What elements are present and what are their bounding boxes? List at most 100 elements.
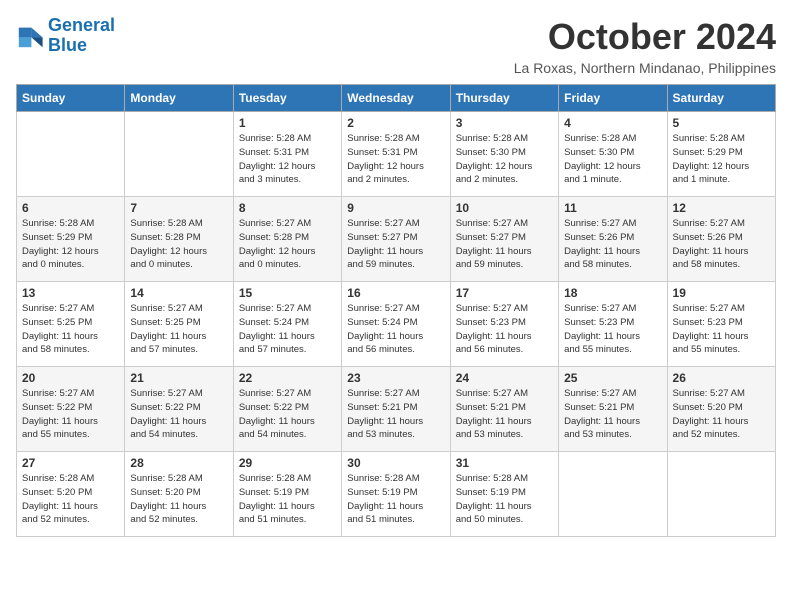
calendar-cell: 21 Sunrise: 5:27 AM Sunset: 5:22 PM Dayli… [125, 367, 233, 452]
day-detail: Sunrise: 5:28 AM Sunset: 5:19 PM Dayligh… [456, 472, 553, 527]
calendar-cell: 14 Sunrise: 5:27 AM Sunset: 5:25 PM Dayli… [125, 282, 233, 367]
calendar-cell: 30 Sunrise: 5:28 AM Sunset: 5:19 PM Dayli… [342, 452, 450, 537]
day-detail: Sunrise: 5:27 AM Sunset: 5:24 PM Dayligh… [347, 302, 444, 357]
calendar-cell: 9 Sunrise: 5:27 AM Sunset: 5:27 PM Daylig… [342, 197, 450, 282]
day-detail: Sunrise: 5:28 AM Sunset: 5:31 PM Dayligh… [239, 132, 336, 187]
calendar-cell: 7 Sunrise: 5:28 AM Sunset: 5:28 PM Daylig… [125, 197, 233, 282]
title-block: October 2024 La Roxas, Northern Mindanao… [514, 16, 776, 76]
day-number: 11 [564, 201, 661, 215]
calendar-cell: 12 Sunrise: 5:27 AM Sunset: 5:26 PM Dayli… [667, 197, 775, 282]
day-detail: Sunrise: 5:27 AM Sunset: 5:21 PM Dayligh… [347, 387, 444, 442]
day-number: 21 [130, 371, 227, 385]
day-detail: Sunrise: 5:27 AM Sunset: 5:27 PM Dayligh… [347, 217, 444, 272]
day-detail: Sunrise: 5:28 AM Sunset: 5:19 PM Dayligh… [239, 472, 336, 527]
day-number: 8 [239, 201, 336, 215]
day-number: 7 [130, 201, 227, 215]
day-number: 30 [347, 456, 444, 470]
calendar-table: SundayMondayTuesdayWednesdayThursdayFrid… [16, 84, 776, 537]
day-detail: Sunrise: 5:27 AM Sunset: 5:26 PM Dayligh… [564, 217, 661, 272]
day-number: 26 [673, 371, 770, 385]
day-number: 4 [564, 116, 661, 130]
calendar-cell: 25 Sunrise: 5:27 AM Sunset: 5:21 PM Dayli… [559, 367, 667, 452]
day-number: 15 [239, 286, 336, 300]
logo: General Blue [16, 16, 115, 56]
day-detail: Sunrise: 5:27 AM Sunset: 5:24 PM Dayligh… [239, 302, 336, 357]
header-sunday: Sunday [17, 85, 125, 112]
calendar-cell: 4 Sunrise: 5:28 AM Sunset: 5:30 PM Daylig… [559, 112, 667, 197]
calendar-cell: 31 Sunrise: 5:28 AM Sunset: 5:19 PM Dayli… [450, 452, 558, 537]
calendar-cell: 16Sunrise: 5:27 AM Sunset: 5:24 PM Dayli… [342, 282, 450, 367]
calendar-cell: 26 Sunrise: 5:27 AM Sunset: 5:20 PM Dayli… [667, 367, 775, 452]
calendar-cell: 22 Sunrise: 5:27 AM Sunset: 5:22 PM Dayli… [233, 367, 341, 452]
logo-icon [16, 22, 44, 50]
week-row-1: 1 Sunrise: 5:28 AM Sunset: 5:31 PM Daylig… [17, 112, 776, 197]
day-detail: Sunrise: 5:28 AM Sunset: 5:30 PM Dayligh… [456, 132, 553, 187]
header-friday: Friday [559, 85, 667, 112]
header-tuesday: Tuesday [233, 85, 341, 112]
calendar-cell: 24 Sunrise: 5:27 AM Sunset: 5:21 PM Dayli… [450, 367, 558, 452]
calendar-cell: 19Sunrise: 5:27 AM Sunset: 5:23 PM Dayli… [667, 282, 775, 367]
header-wednesday: Wednesday [342, 85, 450, 112]
day-number: 23 [347, 371, 444, 385]
calendar-cell: 20 Sunrise: 5:27 AM Sunset: 5:22 PM Dayli… [17, 367, 125, 452]
day-number: 31 [456, 456, 553, 470]
day-detail: Sunrise: 5:27 AM Sunset: 5:20 PM Dayligh… [673, 387, 770, 442]
day-number: 27 [22, 456, 119, 470]
header-thursday: Thursday [450, 85, 558, 112]
day-number: 25 [564, 371, 661, 385]
day-detail: Sunrise: 5:28 AM Sunset: 5:28 PM Dayligh… [130, 217, 227, 272]
day-detail: Sunrise: 5:27 AM Sunset: 5:22 PM Dayligh… [22, 387, 119, 442]
day-number: 18 [564, 286, 661, 300]
day-number: 3 [456, 116, 553, 130]
week-row-5: 27 Sunrise: 5:28 AM Sunset: 5:20 PM Dayli… [17, 452, 776, 537]
day-number: 12 [673, 201, 770, 215]
calendar-cell: 5 Sunrise: 5:28 AM Sunset: 5:29 PM Daylig… [667, 112, 775, 197]
header-row: SundayMondayTuesdayWednesdayThursdayFrid… [17, 85, 776, 112]
calendar-cell: 11 Sunrise: 5:27 AM Sunset: 5:26 PM Dayli… [559, 197, 667, 282]
calendar-cell [667, 452, 775, 537]
day-detail: Sunrise: 5:27 AM Sunset: 5:21 PM Dayligh… [456, 387, 553, 442]
day-number: 29 [239, 456, 336, 470]
header-monday: Monday [125, 85, 233, 112]
day-number: 22 [239, 371, 336, 385]
day-detail: Sunrise: 5:27 AM Sunset: 5:27 PM Dayligh… [456, 217, 553, 272]
day-number: 19 [673, 286, 770, 300]
calendar-cell [125, 112, 233, 197]
day-detail: Sunrise: 5:28 AM Sunset: 5:20 PM Dayligh… [22, 472, 119, 527]
day-number: 1 [239, 116, 336, 130]
calendar-cell: 27 Sunrise: 5:28 AM Sunset: 5:20 PM Dayli… [17, 452, 125, 537]
day-detail: Sunrise: 5:28 AM Sunset: 5:19 PM Dayligh… [347, 472, 444, 527]
day-number: 17 [456, 286, 553, 300]
day-detail: Sunrise: 5:27 AM Sunset: 5:22 PM Dayligh… [239, 387, 336, 442]
day-detail: Sunrise: 5:27 AM Sunset: 5:28 PM Dayligh… [239, 217, 336, 272]
day-number: 14 [130, 286, 227, 300]
logo-text: General Blue [48, 16, 115, 56]
calendar-cell: 29 Sunrise: 5:28 AM Sunset: 5:19 PM Dayli… [233, 452, 341, 537]
day-detail: Sunrise: 5:27 AM Sunset: 5:22 PM Dayligh… [130, 387, 227, 442]
week-row-4: 20 Sunrise: 5:27 AM Sunset: 5:22 PM Dayli… [17, 367, 776, 452]
day-detail: Sunrise: 5:27 AM Sunset: 5:21 PM Dayligh… [564, 387, 661, 442]
day-detail: Sunrise: 5:27 AM Sunset: 5:26 PM Dayligh… [673, 217, 770, 272]
week-row-3: 13 Sunrise: 5:27 AM Sunset: 5:25 PM Dayli… [17, 282, 776, 367]
day-number: 13 [22, 286, 119, 300]
location: La Roxas, Northern Mindanao, Philippines [514, 60, 776, 76]
day-number: 28 [130, 456, 227, 470]
day-detail: Sunrise: 5:27 AM Sunset: 5:25 PM Dayligh… [130, 302, 227, 357]
logo-line1: General [48, 15, 115, 35]
day-number: 24 [456, 371, 553, 385]
day-detail: Sunrise: 5:28 AM Sunset: 5:30 PM Dayligh… [564, 132, 661, 187]
day-number: 5 [673, 116, 770, 130]
day-detail: Sunrise: 5:28 AM Sunset: 5:29 PM Dayligh… [673, 132, 770, 187]
page-header: General Blue October 2024 La Roxas, Nort… [16, 16, 776, 76]
day-detail: Sunrise: 5:28 AM Sunset: 5:29 PM Dayligh… [22, 217, 119, 272]
day-detail: Sunrise: 5:27 AM Sunset: 5:25 PM Dayligh… [22, 302, 119, 357]
header-saturday: Saturday [667, 85, 775, 112]
day-number: 9 [347, 201, 444, 215]
day-number: 20 [22, 371, 119, 385]
calendar-cell: 13 Sunrise: 5:27 AM Sunset: 5:25 PM Dayli… [17, 282, 125, 367]
calendar-cell: 2Sunrise: 5:28 AM Sunset: 5:31 PM Daylig… [342, 112, 450, 197]
day-detail: Sunrise: 5:28 AM Sunset: 5:31 PM Dayligh… [347, 132, 444, 187]
day-detail: Sunrise: 5:27 AM Sunset: 5:23 PM Dayligh… [564, 302, 661, 357]
calendar-cell: 15 Sunrise: 5:27 AM Sunset: 5:24 PM Dayli… [233, 282, 341, 367]
calendar-cell [17, 112, 125, 197]
